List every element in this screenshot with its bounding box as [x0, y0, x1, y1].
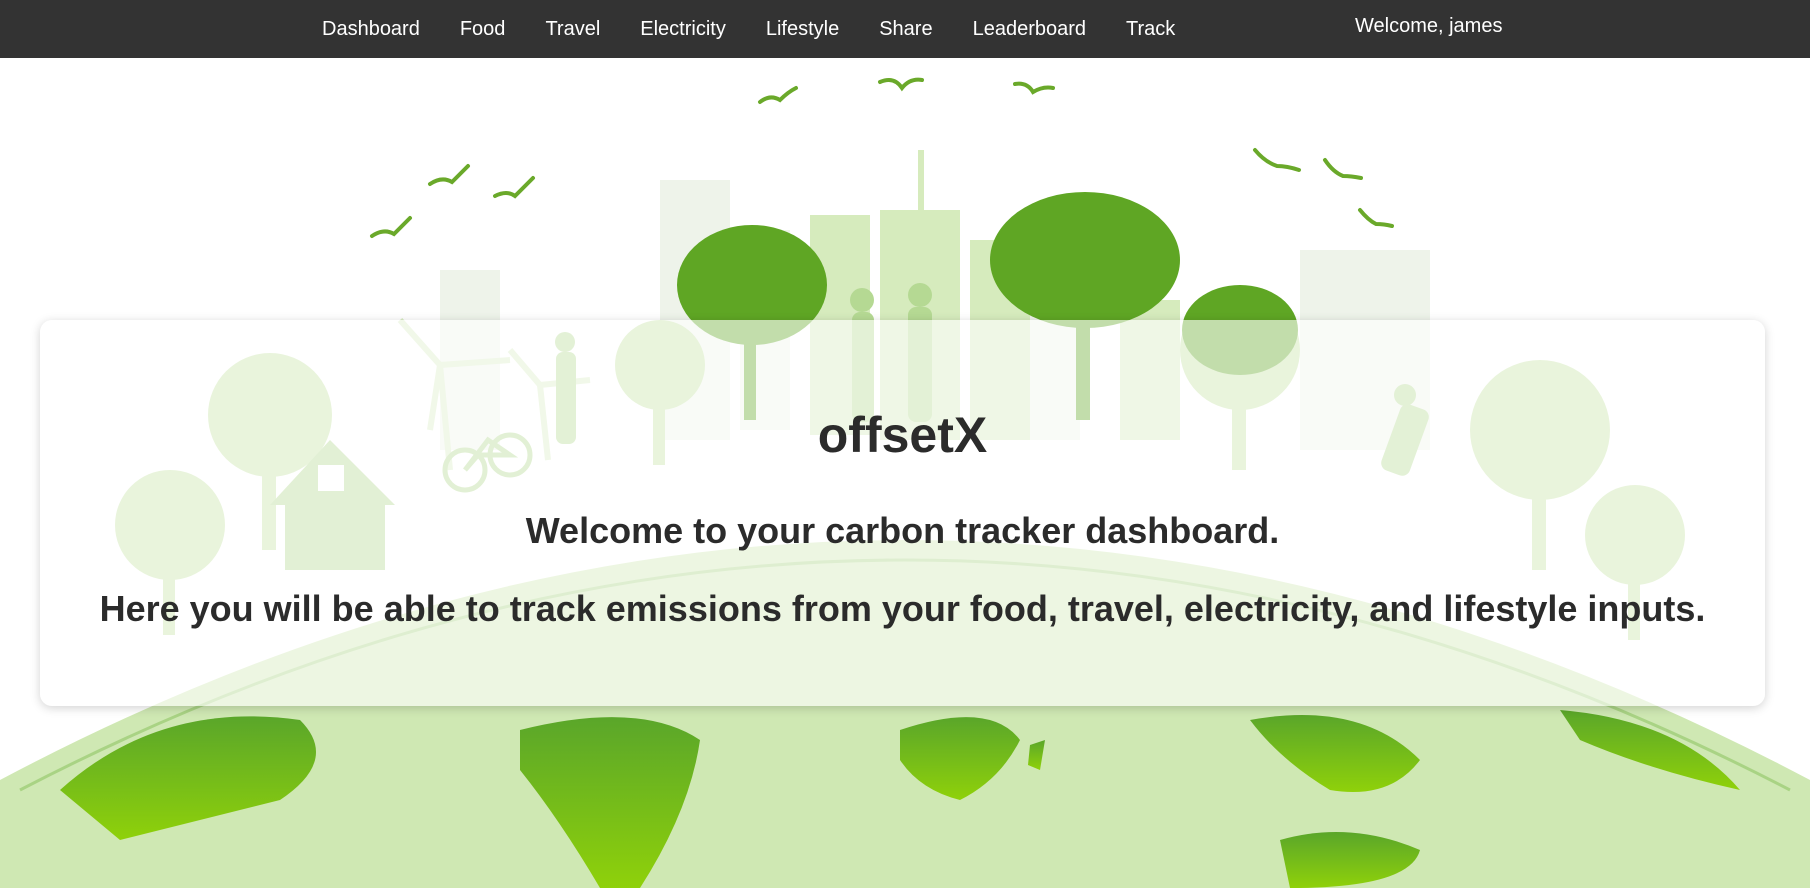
welcome-card: offsetX Welcome to your carbon tracker d…	[40, 320, 1765, 706]
app-title: offsetX	[817, 407, 988, 463]
nav-link-share[interactable]: Share	[879, 18, 932, 41]
description-heading: Here you will be able to track emissions…	[99, 588, 1706, 629]
nav-links: Dashboard Food Travel Electricity Lifest…	[322, 0, 1215, 58]
nav-link-dashboard[interactable]: Dashboard	[322, 18, 420, 41]
nav-link-leaderboard[interactable]: Leaderboard	[973, 18, 1086, 41]
nav-link-travel[interactable]: Travel	[545, 18, 600, 41]
nav-link-track[interactable]: Track	[1126, 18, 1175, 41]
welcome-heading: Welcome to your carbon tracker dashboard…	[525, 510, 1280, 551]
welcome-user-text: Welcome, james	[1355, 15, 1503, 37]
nav-link-electricity[interactable]: Electricity	[640, 18, 726, 41]
top-navbar: Dashboard Food Travel Electricity Lifest…	[0, 0, 1810, 58]
nav-link-food[interactable]: Food	[460, 18, 506, 41]
nav-link-lifestyle[interactable]: Lifestyle	[766, 18, 839, 41]
